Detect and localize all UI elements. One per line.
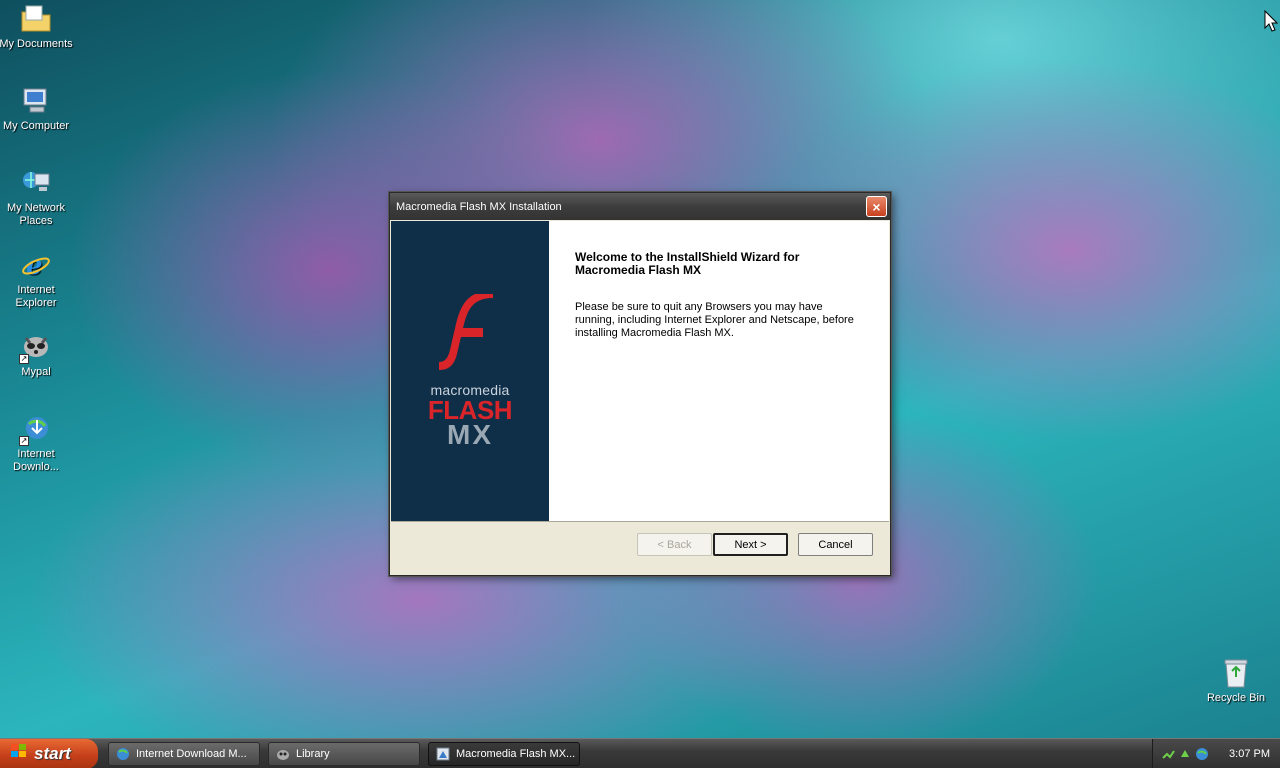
dialog-titlebar[interactable]: Macromedia Flash MX Installation ×	[390, 193, 890, 220]
tray-icons	[1161, 747, 1209, 761]
desktop-icon-label: Internet Explorer	[15, 284, 57, 309]
desktop-icon-internet-download-manager[interactable]: ↗ Internet Downlo...	[0, 412, 74, 474]
folder-icon	[19, 2, 53, 36]
desktop-icon-label: Internet Downlo...	[13, 448, 59, 473]
flash-logo-icon	[439, 294, 493, 370]
desktop-icon-label: Mypal	[21, 366, 51, 378]
desktop-icon-label: My Network Places	[6, 202, 66, 227]
taskbar-item-library[interactable]: Library	[268, 741, 420, 766]
taskbar-item-flash-installer[interactable]: Macromedia Flash MX...	[428, 741, 580, 766]
download-tray-icon[interactable]	[1195, 747, 1209, 761]
start-button[interactable]: start	[0, 738, 98, 768]
shortcut-arrow-icon: ↗	[19, 436, 29, 446]
next-button[interactable]: Next >	[713, 533, 788, 556]
desktop-icon-my-documents[interactable]: My Documents	[0, 2, 74, 51]
installer-dialog: Macromedia Flash MX Installation × macro…	[389, 192, 891, 576]
system-tray: 3:07 PM	[1152, 739, 1280, 768]
desktop-icon-my-network-places[interactable]: My Network Places	[0, 166, 74, 228]
desktop-icon-internet-explorer[interactable]: e Internet Explorer	[0, 248, 74, 310]
close-button[interactable]: ×	[866, 196, 887, 217]
desktop-icon-label: My Documents	[0, 38, 73, 50]
dialog-body: macromedia FLASH MX Welcome to the Insta…	[391, 221, 889, 522]
library-icon	[277, 749, 289, 760]
download-manager-icon	[117, 747, 129, 760]
computer-icon	[19, 84, 53, 118]
desktop-icon-my-computer[interactable]: My Computer	[0, 84, 74, 133]
network-icon	[19, 166, 53, 200]
cancel-button[interactable]: Cancel	[798, 533, 873, 556]
taskbar: start Internet Download M... Library Mac…	[0, 738, 1280, 768]
windows-flag-icon	[10, 743, 28, 764]
raccoon-icon: ↗	[19, 330, 53, 364]
dialog-button-row: < Back Next > Cancel	[390, 533, 890, 556]
desktop-icon-mypal[interactable]: ↗ Mypal	[0, 330, 74, 379]
desktop-icon-label: Recycle Bin	[1206, 692, 1266, 704]
network-tray-icon[interactable]	[1161, 747, 1175, 761]
recycle-bin-icon	[1219, 656, 1253, 690]
start-label: start	[34, 743, 71, 763]
back-button[interactable]: < Back	[637, 533, 712, 556]
desktop-icon-recycle-bin[interactable]: Recycle Bin	[1198, 656, 1274, 705]
taskbar-item-label: Library	[296, 747, 330, 760]
shortcut-arrow-icon: ↗	[19, 354, 29, 364]
welcome-text: Please be sure to quit any Browsers you …	[575, 301, 854, 339]
dialog-title: Macromedia Flash MX Installation	[396, 200, 562, 213]
taskbar-item-label: Internet Download M...	[136, 747, 247, 760]
clock[interactable]: 3:07 PM	[1229, 748, 1270, 760]
wizard-content: Welcome to the InstallShield Wizard for …	[549, 221, 889, 521]
taskbar-item-internet-download-manager[interactable]: Internet Download M...	[108, 741, 260, 766]
download-manager-icon: ↗	[19, 412, 53, 446]
taskbar-item-label: Macromedia Flash MX...	[456, 747, 576, 760]
mouse-cursor-icon	[1264, 10, 1278, 32]
brand-mx: MX	[447, 419, 493, 450]
installer-icon	[436, 747, 450, 760]
desktop-icon-label: My Computer	[2, 120, 70, 132]
welcome-heading: Welcome to the InstallShield Wizard for …	[575, 250, 800, 277]
update-tray-icon[interactable]	[1178, 747, 1192, 761]
close-icon: ×	[872, 198, 881, 215]
internet-explorer-icon: e	[19, 248, 53, 282]
wizard-side-panel: macromedia FLASH MX	[391, 221, 549, 521]
